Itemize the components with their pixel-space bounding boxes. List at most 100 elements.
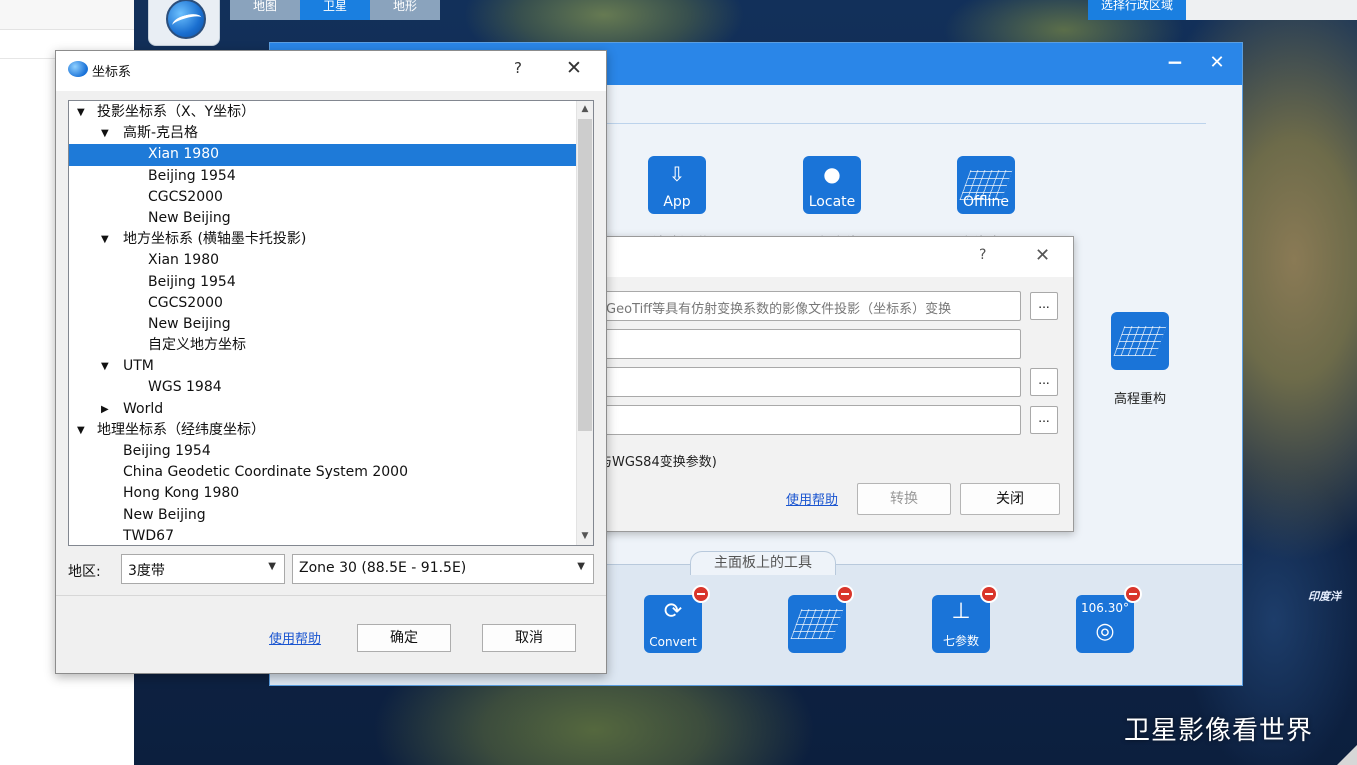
tree-item-label: 地方坐标系 (横轴墨卡托投影) xyxy=(123,231,307,248)
tree-item[interactable]: Beijing 1954 xyxy=(69,272,577,293)
coordinate-system-dialog: 坐标系 ? ✕ ▼ 投影坐标系（X、Y坐标） ▼ 高斯-克吕格 Xian 1980 Bei… xyxy=(55,50,607,674)
grid-icon xyxy=(790,609,844,639)
divider xyxy=(56,595,606,596)
remove-icon[interactable] xyxy=(1124,585,1142,603)
tab-satellite[interactable]: 卫星 xyxy=(300,0,370,20)
tree-item[interactable]: New Beijing xyxy=(69,208,577,229)
tree-item[interactable]: Hong Kong 1980 xyxy=(69,483,577,504)
globe-icon: ◎ xyxy=(1095,619,1115,644)
help-icon[interactable]: ? xyxy=(514,59,522,77)
ocean-label: 印度洋 xyxy=(1308,590,1341,603)
tree-item-label: New Beijing xyxy=(148,209,231,226)
remove-icon[interactable] xyxy=(980,585,998,603)
tree-item-label: Xian 1980 xyxy=(148,252,220,269)
input-file-field[interactable]: GeoTiff等具有仿射变换系数的影像文件投影（坐标系）变换 xyxy=(599,291,1021,321)
dialog-title: 坐标系 xyxy=(92,65,132,80)
convert-button[interactable]: 转换 xyxy=(857,483,951,515)
tree-item[interactable]: ▼ 地方坐标系 (横轴墨卡托投影) xyxy=(69,229,577,250)
output-file-field[interactable] xyxy=(599,405,1021,435)
tree-item[interactable]: New Beijing xyxy=(69,505,577,526)
coordinate-tool[interactable]: 106.30° ◎ xyxy=(1076,585,1142,653)
remove-icon[interactable] xyxy=(836,585,854,603)
map-type-tabs: 地图 卫星 地形 xyxy=(230,0,440,20)
tree-item-label: TWD67 xyxy=(123,527,174,544)
tree-item[interactable]: ▼ UTM xyxy=(69,356,577,377)
tree-item[interactable]: WGS 1984 xyxy=(69,377,577,398)
axes-icon: ⊥ xyxy=(951,599,971,624)
tree-item[interactable]: Beijing 1954 xyxy=(69,441,577,462)
tab-terrain[interactable]: 地形 xyxy=(370,0,440,20)
close-icon[interactable]: ✕ xyxy=(1035,245,1050,266)
tab-map[interactable]: 地图 xyxy=(230,0,300,20)
dialog-titlebar[interactable]: 坐标系 ? ✕ xyxy=(56,51,606,91)
expand-arrow-icon[interactable]: ▼ xyxy=(77,102,85,123)
tree-item-label: New Beijing xyxy=(123,506,206,523)
source-crs-field[interactable] xyxy=(599,329,1021,359)
collapse-arrow-icon[interactable]: ▶ xyxy=(101,399,109,420)
browse-button[interactable]: ... xyxy=(1030,368,1058,396)
ok-button[interactable]: 确定 xyxy=(357,624,451,652)
offline-map-icon: Offline xyxy=(957,156,1015,214)
tree-item[interactable]: New Beijing xyxy=(69,314,577,335)
tool-elevation-rebuild[interactable]: 高程重构 xyxy=(1111,312,1169,407)
resize-grip[interactable] xyxy=(1337,745,1357,765)
target-crs-field[interactable] xyxy=(599,367,1021,397)
help-link[interactable]: 使用帮助 xyxy=(269,628,321,647)
scroll-thumb[interactable] xyxy=(578,119,592,431)
tree-item[interactable]: ▶ World xyxy=(69,399,577,420)
browse-button[interactable]: ... xyxy=(1030,292,1058,320)
tree-item[interactable]: Xian 1980 xyxy=(69,250,577,271)
tree-item[interactable]: ▼ 地理坐标系（经纬度坐标） xyxy=(69,420,577,441)
close-icon[interactable]: ✕ xyxy=(566,57,582,79)
tree-item-label: CGCS2000 xyxy=(148,188,223,205)
elevation-tool[interactable] xyxy=(788,585,854,653)
tool-app-download[interactable]: ⇩ App 手机版下载 xyxy=(644,156,710,251)
app-logo[interactable] xyxy=(148,0,220,46)
expand-arrow-icon[interactable]: ▼ xyxy=(77,420,85,441)
scroll-up-icon[interactable]: ▲ xyxy=(577,101,593,118)
tree-item[interactable]: CGCS2000 xyxy=(69,187,577,208)
dialog-titlebar[interactable]: ? ✕ xyxy=(561,237,1073,277)
vertical-scrollbar[interactable]: ▲ ▼ xyxy=(576,101,593,545)
section-title: 主面板上的工具 xyxy=(690,551,836,575)
app-icon xyxy=(68,61,88,77)
scroll-down-icon[interactable]: ▼ xyxy=(577,528,593,545)
side-toolbar xyxy=(0,0,134,30)
help-link[interactable]: 使用帮助 xyxy=(786,489,838,508)
cancel-button[interactable]: 取消 xyxy=(482,624,576,652)
expand-arrow-icon[interactable]: ▼ xyxy=(101,123,109,144)
params-note: 与WGS84变换参数) xyxy=(599,455,717,470)
convert-tool[interactable]: ⟳ Convert xyxy=(644,585,710,653)
tree-item[interactable]: ▼ 高斯-克吕格 xyxy=(69,123,577,144)
zone-select[interactable]: Zone 30 (88.5E - 91.5E) ▼ xyxy=(292,554,594,584)
close-button[interactable]: 关闭 xyxy=(960,483,1060,515)
select-region-button[interactable]: 选择行政区域 xyxy=(1088,0,1186,20)
tool-locate[interactable]: ● Locate 坐标定位 xyxy=(803,156,861,251)
watermark: 卫星影像看世界 xyxy=(1124,716,1314,746)
region-label: 地区: xyxy=(68,564,101,580)
seven-param-tool[interactable]: ⊥ 七参数 xyxy=(932,585,998,653)
tree-item-label: Beijing 1954 xyxy=(148,273,236,290)
globe-icon xyxy=(166,0,206,39)
crs-tree[interactable]: ▼ 投影坐标系（X、Y坐标） ▼ 高斯-克吕格 Xian 1980 Beijing 195… xyxy=(68,100,594,546)
tree-item[interactable]: CGCS2000 xyxy=(69,293,577,314)
tree-item[interactable]: TWD67 xyxy=(69,526,577,545)
region-field[interactable] xyxy=(1186,0,1357,20)
chevron-down-icon: ▼ xyxy=(577,561,585,572)
tree-item[interactable]: ▼ 投影坐标系（X、Y坐标） xyxy=(69,102,577,123)
tree-item[interactable]: Beijing 1954 xyxy=(69,166,577,187)
expand-arrow-icon[interactable]: ▼ xyxy=(101,229,109,250)
browse-button[interactable]: ... xyxy=(1030,406,1058,434)
expand-arrow-icon[interactable]: ▼ xyxy=(101,356,109,377)
tree-item-label: Xian 1980 xyxy=(148,146,220,163)
remove-icon[interactable] xyxy=(692,585,710,603)
tree-item[interactable]: Xian 1980 xyxy=(69,144,577,166)
tree-item[interactable]: China Geodetic Coordinate System 2000 xyxy=(69,462,577,483)
close-icon[interactable]: ✕ xyxy=(1205,51,1229,75)
band-select[interactable]: 3度带 ▼ xyxy=(121,554,285,584)
tree-item[interactable]: 自定义地方坐标 xyxy=(69,335,577,356)
tree-item-label: UTM xyxy=(123,358,154,375)
help-icon[interactable]: ? xyxy=(979,247,986,263)
minimize-icon[interactable]: − xyxy=(1163,51,1187,75)
tool-offline-map[interactable]: Offline 离线地图 xyxy=(957,156,1015,251)
